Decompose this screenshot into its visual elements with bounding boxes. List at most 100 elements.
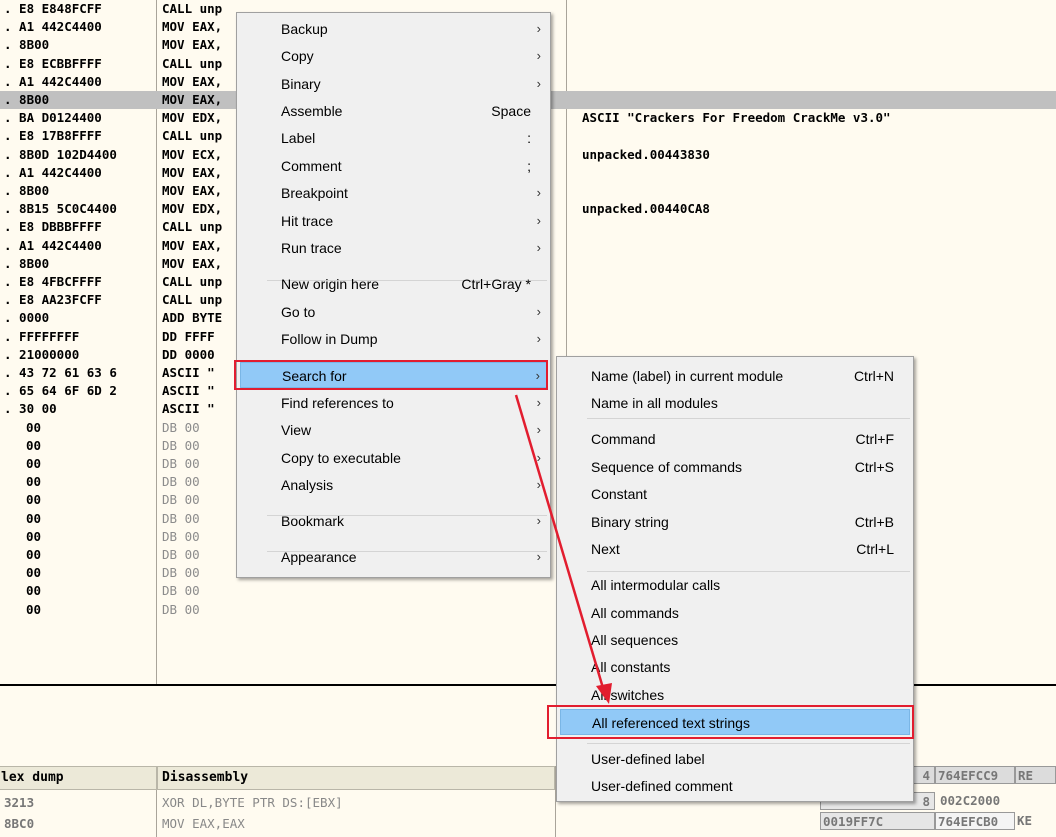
disassembly-cell: DB 00 [162,437,200,453]
hex-dump-cell: 00 [26,456,42,471]
menu-item-binary[interactable]: Binary › [240,71,547,97]
comment-cell: unpacked.00443830 [582,146,710,162]
menu-item-label: Find references to [281,395,394,411]
menu-item-comment[interactable]: Comment; [240,153,547,179]
submenu-chevron-icon: › [536,21,541,36]
hex-dump-cell: . 8B00 [4,255,50,271]
menu-item-copy[interactable]: Copy › [240,43,547,69]
disassembly-cell: CALL unp [162,55,223,71]
hex-dump-cell: 00 [26,437,42,453]
hex-dump-cell: 00 [26,474,42,490]
menu-item-label: Appearance [281,549,357,565]
submenu-chevron-icon: › [536,76,541,91]
menu-item-new-origin-here[interactable]: New origin here Ctrl+Gray * [240,271,547,297]
menu-item-analysis[interactable]: Analysis › [240,472,547,498]
menu-item-assemble[interactable]: Assemble Space [240,98,547,124]
menu-item-breakpoint[interactable]: Breakpoint › [240,180,547,206]
hex-dump-cell: . 65 64 6F 6D 2 [4,383,117,399]
menu-item-hit-trace[interactable]: Hit trace › [240,208,547,234]
dump-row-hex: 8BC0 [4,816,35,831]
menu-item-command[interactable]: Command Ctrl+F [560,426,910,452]
menu-item-label: All commands [591,605,679,621]
menu-item-view[interactable]: View › [240,417,547,443]
hex-dump-cell: . FFFFFFFF [4,328,80,344]
disassembly-cell: DB 00 [162,492,200,508]
hex-dump-cell: 00 [26,583,42,599]
menu-item-copy-to-executable[interactable]: Copy to executable › [240,445,547,471]
menu-separator [587,418,910,419]
hex-dump-cell: 00 [26,510,42,526]
hex-dump-cell: . A1 442C4400 [4,164,102,180]
submenu-chevron-icon: › [536,513,541,528]
menu-item-find-references-to[interactable]: Find references to › [240,390,547,416]
disassembly-cell: ASCII " [162,401,215,417]
menu-item-label: View [281,422,312,438]
menu-item-user-defined-label[interactable]: User-defined label [560,746,910,772]
dump-header-hex[interactable]: lex dump [0,766,157,790]
menu-item-all-constants[interactable]: All constants [560,654,910,680]
hex-dump-cell: 00 [26,565,42,581]
hex-dump-cell: . E8 DBBBFFFF [4,219,102,235]
stack-value: 002C2000 [940,793,1001,808]
submenu-chevron-icon: › [536,48,541,63]
hex-dump-cell: . 8B00 [4,37,50,53]
disassembly-cell: DD 0000 [162,346,215,362]
menu-item-constant[interactable]: Constant [560,481,910,507]
disassembly-cell: CALL unp [162,1,223,16]
menu-item-name-label-in-current-module[interactable]: Name (label) in current module Ctrl+N [560,363,910,389]
disassembly-cell: ASCII " [162,383,215,399]
menu-item-shortcut: ; [527,158,531,174]
menu-item-label: Bookmark [281,513,345,529]
menu-item-backup[interactable]: Backup › [240,16,547,42]
stack-value: 764EFCC9 [935,766,1015,784]
menu-item-all-commands[interactable]: All commands [560,600,910,626]
hex-dump-cell: . 8B00 [4,92,50,107]
menu-item-sequence-of-commands[interactable]: Sequence of commands Ctrl+S [560,454,910,480]
menu-item-label: Comment [281,158,342,174]
menu-item-label: Follow in Dump [281,331,378,347]
menu-item-binary-string[interactable]: Binary string Ctrl+B [560,509,910,535]
menu-item-bookmark[interactable]: Bookmark › [240,508,547,534]
disassembly-cell: ASCII " [162,365,215,380]
menu-item-all-sequences[interactable]: All sequences [560,627,910,653]
menu-item-label: Command [591,431,656,447]
menu-item-search-for[interactable]: Search for › [240,362,547,388]
hex-dump-cell: 00 [26,528,42,544]
disassembly-cell: ADD BYTE [162,310,223,326]
disassembly-cell: DB 00 [162,474,200,490]
stack-address: 0019FF7C [820,812,935,830]
menu-item-shortcut: Ctrl+B [854,514,894,530]
menu-item-all-referenced-text-strings[interactable]: All referenced text strings [560,709,910,735]
menu-item-run-trace[interactable]: Run trace › [240,235,547,261]
menu-item-user-defined-comment[interactable]: User-defined comment [560,773,910,799]
disassembly-cell: CALL unp [162,219,223,235]
stack-comment: KE [1017,813,1033,828]
hex-dump-cell: . 43 72 61 63 6 [4,365,117,380]
hex-dump-cell: . 0000 [4,310,50,326]
disassembly-cell: CALL unp [162,292,223,308]
menu-item-appearance[interactable]: Appearance › [240,544,547,570]
stack-comment: RE [1015,766,1056,784]
stack-value: 764EFCB0 [935,812,1015,830]
menu-item-go-to[interactable]: Go to › [240,299,547,325]
disassembly-cell: DB 00 [162,456,200,471]
hex-dump-cell: . 8B15 5C0C4400 [4,201,117,217]
submenu-chevron-icon: › [536,331,541,346]
menu-item-follow-in-dump[interactable]: Follow in Dump › [240,326,547,352]
dump-header-disassembly[interactable]: Disassembly [157,766,555,790]
menu-item-label: User-defined comment [591,778,733,794]
submenu-chevron-icon: › [536,185,541,200]
disassembly-cell: MOV EAX, [162,19,223,35]
search-for-submenu: Name (label) in current module Ctrl+N Name… [556,356,914,802]
menu-item-shortcut: Ctrl+F [855,431,895,447]
menu-item-all-switches[interactable]: All switches [560,682,910,708]
dump-column-divider [156,790,157,837]
menu-item-label[interactable]: Label: [240,125,547,151]
menu-item-next[interactable]: Next Ctrl+L [560,536,910,562]
menu-item-name-in-all-modules[interactable]: Name in all modules [560,390,910,416]
menu-item-all-intermodular-calls[interactable]: All intermodular calls [560,572,910,598]
menu-item-label: Copy to executable [281,450,401,466]
menu-item-shortcut: : [527,130,531,146]
menu-item-label: Go to [281,304,316,320]
menu-item-label: New origin here [281,276,380,292]
